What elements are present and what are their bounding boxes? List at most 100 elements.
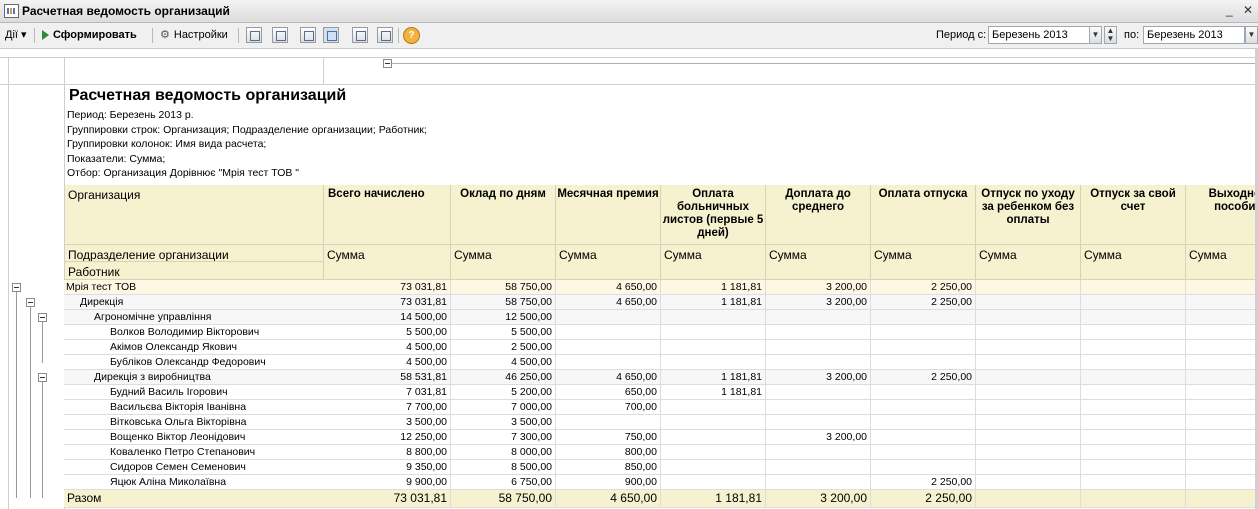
column-header: Всего начислено <box>324 185 451 245</box>
row-label: Вощенко Віктор Леонідович <box>110 431 246 443</box>
value-cell <box>556 355 661 370</box>
table-row[interactable]: Мрія тест ТОВ 73 031,81 58 750,00 4 650,00 1… <box>64 280 1258 295</box>
value-cell <box>871 385 976 400</box>
period-to-dropdown[interactable]: ▼ <box>1245 26 1258 44</box>
group-collapse-toggle[interactable] <box>12 283 21 292</box>
total-value-cell <box>1081 490 1186 508</box>
row-label: Васильєва Вікторія Іванівна <box>110 401 247 413</box>
value-cell: 700,00 <box>556 400 661 415</box>
table-row[interactable]: Дирекція 73 031,81 58 750,00 4 650,00 1 181,… <box>64 295 1258 310</box>
value-cell <box>1081 400 1186 415</box>
column-header: Выходное пособие <box>1186 185 1258 245</box>
minimize-icon[interactable]: _ <box>1226 3 1233 17</box>
export-icon[interactable] <box>352 27 368 43</box>
value-cell <box>661 355 766 370</box>
value-cell <box>661 415 766 430</box>
total-value-cell: 3 200,00 <box>766 490 871 508</box>
toolbar: Дії ▾ Сформировать ⚙ Настройки ? Период с… <box>0 23 1258 49</box>
value-cell <box>1186 415 1258 430</box>
total-row[interactable]: Разом 73 031,81 58 750,00 4 650,00 1 181,81 3… <box>64 490 1258 508</box>
value-cell: 4 500,00 <box>451 355 556 370</box>
generate-button[interactable]: Сформировать <box>42 27 137 43</box>
value-cell <box>871 355 976 370</box>
value-cell <box>766 310 871 325</box>
value-cell <box>661 445 766 460</box>
value-cell: 8 500,00 <box>451 460 556 475</box>
table-row[interactable]: Яцюк Аліна Миколаївна 9 900,00 6 750,00 900… <box>64 475 1258 490</box>
value-cell: 2 500,00 <box>451 340 556 355</box>
print-icon[interactable] <box>246 27 262 43</box>
table-row[interactable]: Бубліков Олександр Федорович 4 500,00 4 50… <box>64 355 1258 370</box>
value-cell <box>1186 430 1258 445</box>
value-cell <box>766 415 871 430</box>
value-cell: 750,00 <box>556 430 661 445</box>
value-cell <box>556 310 661 325</box>
value-cell <box>766 400 871 415</box>
value-cell: 7 300,00 <box>451 430 556 445</box>
group-collapse-toggle[interactable] <box>38 373 47 382</box>
report-info-line: Период: Березень 2013 р. <box>67 109 194 121</box>
column-header: Оплата отпуска <box>871 185 976 245</box>
help-icon[interactable]: ? <box>403 27 420 44</box>
play-icon <box>42 30 49 41</box>
value-cell: 9 900,00 <box>324 475 451 490</box>
value-cell <box>1186 475 1258 490</box>
report-window-icon <box>4 4 19 18</box>
settings-button[interactable]: ⚙ Настройки <box>160 27 228 43</box>
table-row[interactable]: Дирекція з виробництва 58 531,81 46 250,00… <box>64 370 1258 385</box>
group-collapse-toggle[interactable] <box>38 313 47 322</box>
report-sheet[interactable]: Расчетная ведомость организаций Период: … <box>0 49 1258 509</box>
save-icon[interactable] <box>377 27 393 43</box>
row-label: Акімов Олександр Якович <box>110 341 238 353</box>
chart-icon[interactable] <box>272 27 288 43</box>
filter-icon[interactable] <box>300 27 316 43</box>
actions-menu[interactable]: Дії ▾ <box>5 27 27 43</box>
value-cell: 4 500,00 <box>324 355 451 370</box>
value-cell: 3 500,00 <box>324 415 451 430</box>
table-row[interactable]: Будний Василь Ігорович 7 031,81 5 200,00 65… <box>64 385 1258 400</box>
value-cell: 58 750,00 <box>451 295 556 310</box>
value-cell: 3 200,00 <box>766 370 871 385</box>
value-cell: 3 500,00 <box>451 415 556 430</box>
value-cell <box>556 325 661 340</box>
value-cell: 2 <box>1186 340 1258 355</box>
total-value-cell <box>976 490 1081 508</box>
window-title: Расчетная ведомость организаций <box>22 4 230 18</box>
value-cell <box>976 310 1081 325</box>
value-cell <box>976 355 1081 370</box>
period-from-field[interactable]: Березень 2013 <box>988 26 1090 44</box>
group-collapse-toggle[interactable] <box>26 298 35 307</box>
row-header-employee: Работник <box>65 262 324 280</box>
value-cell <box>976 325 1081 340</box>
period-from-dropdown[interactable]: ▼ <box>1089 26 1102 44</box>
column-collapse-toggle[interactable] <box>383 59 392 68</box>
close-icon[interactable]: ✕ <box>1243 3 1253 17</box>
period-from-spinner[interactable]: ▲ ▼ <box>1104 26 1117 44</box>
value-cell <box>556 340 661 355</box>
value-cell: 2 <box>1186 295 1258 310</box>
value-cell: 9 350,00 <box>324 460 451 475</box>
period-to-field[interactable]: Березень 2013 <box>1143 26 1245 44</box>
table-row[interactable]: Вітковська Ольга Вікторівна 3 500,00 3 500… <box>64 415 1258 430</box>
value-cell <box>661 460 766 475</box>
table-row[interactable]: Васильєва Вікторія Іванівна 7 700,00 7 000… <box>64 400 1258 415</box>
table-row[interactable]: Вощенко Віктор Леонідович 12 250,00 7 300,… <box>64 430 1258 445</box>
value-cell: 6 750,00 <box>451 475 556 490</box>
row-label: Дирекція з виробництва <box>94 371 211 383</box>
value-cell: 4 650,00 <box>556 370 661 385</box>
row-label: Яцюк Аліна Миколаївна <box>110 476 227 488</box>
value-cell <box>766 385 871 400</box>
table-row[interactable]: Акімов Олександр Якович 4 500,002 500,00 2 <box>64 340 1258 355</box>
table-row[interactable]: Коваленко Петро Степанович 8 800,00 8 000,… <box>64 445 1258 460</box>
value-cell: 3 200,00 <box>766 280 871 295</box>
value-cell <box>1081 340 1186 355</box>
value-cell <box>871 310 976 325</box>
value-cell <box>871 430 976 445</box>
value-cell <box>976 445 1081 460</box>
table-view-icon[interactable] <box>323 27 339 43</box>
value-cell <box>766 475 871 490</box>
table-row[interactable]: Волков Володимир Вікторович 5 500,00 5 500… <box>64 325 1258 340</box>
value-cell: 73 031,81 <box>324 295 451 310</box>
table-row[interactable]: Агрономічне управління 14 500,00 12 500,00… <box>64 310 1258 325</box>
table-row[interactable]: Сидоров Семен Семенович 9 350,00 8 500,00 8… <box>64 460 1258 475</box>
